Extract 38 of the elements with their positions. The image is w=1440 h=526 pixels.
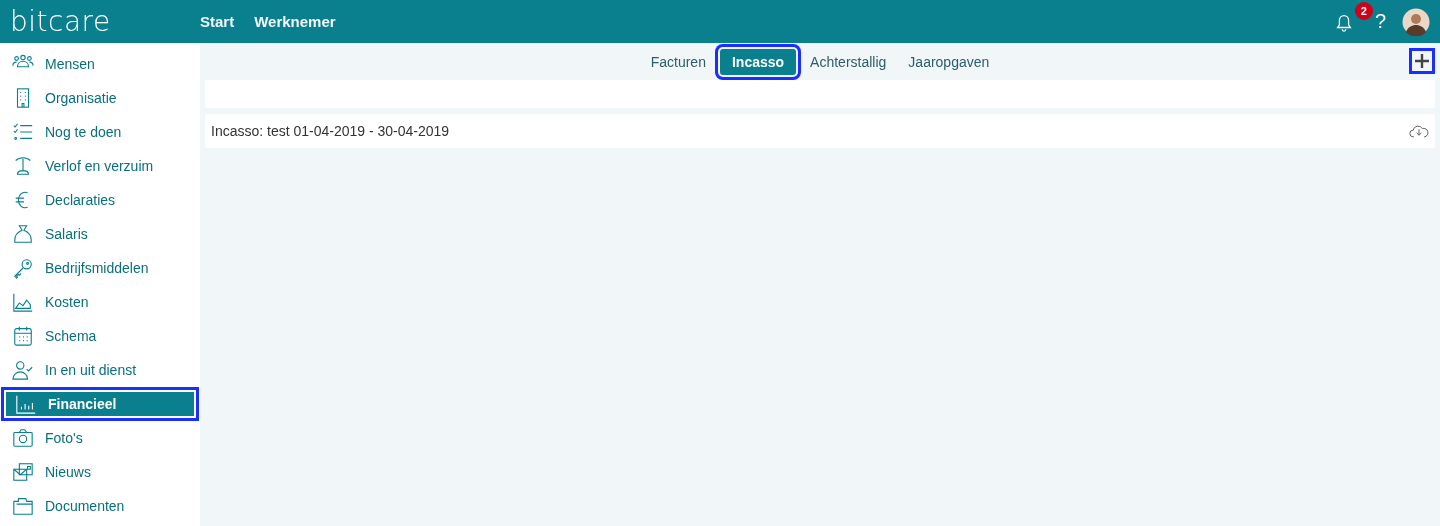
bar-chart-icon [14, 393, 38, 415]
sidebar-item[interactable]: Documenten [1, 489, 199, 523]
sidebar-item[interactable]: Salaris [1, 217, 199, 251]
sidebar-item[interactable]: In en uit dienst [1, 353, 199, 387]
mail-icon [11, 461, 35, 483]
sidebar-item[interactable]: Kosten [1, 285, 199, 319]
camera-icon [11, 427, 35, 449]
sidebar-item[interactable]: Nieuws [1, 455, 199, 489]
avatar[interactable] [1402, 7, 1430, 36]
logo: bitcare [10, 5, 112, 38]
sidebar-item[interactable]: Nog te doen [1, 115, 199, 149]
nav-link[interactable]: Start [200, 13, 235, 30]
folder-icon [11, 495, 35, 517]
checklist-icon [11, 121, 35, 143]
nav-link[interactable]: Werknemer [254, 13, 336, 30]
calendar-icon [11, 325, 35, 347]
sidebar-item[interactable]: Declaraties [1, 183, 199, 217]
sidebar-item[interactable]: Organisatie [1, 81, 199, 115]
list-row[interactable]: Incasso: test 01-04-2019 - 30-04-2019 [205, 114, 1435, 148]
sidebar-item[interactable]: Verlof en verzuim [1, 149, 199, 183]
sidebar-item[interactable]: Bedrijfsmiddelen [1, 251, 199, 285]
help-button[interactable]: ? [1374, 10, 1386, 33]
tab[interactable]: Achterstallig [802, 48, 895, 75]
person-check-icon [11, 359, 35, 381]
add-button[interactable] [1409, 48, 1435, 74]
sidebar-item[interactable]: Schema [1, 319, 199, 353]
cloud-download-icon[interactable] [1409, 124, 1429, 138]
area-chart-icon [11, 291, 35, 313]
key-icon [11, 257, 35, 279]
row-title: Incasso: test 01-04-2019 - 30-04-2019 [211, 123, 450, 139]
tab[interactable]: Facturen [642, 48, 714, 75]
tab[interactable]: Jaaropgaven [900, 48, 998, 75]
sidebar-item[interactable]: Foto's [1, 421, 199, 455]
money-bag-icon [11, 223, 35, 245]
sidebar-item[interactable]: Mensen [1, 47, 199, 81]
plus-icon [1415, 54, 1429, 68]
notification-badge: 2 [1354, 1, 1373, 20]
sidebar-item[interactable]: Financieel [1, 387, 199, 421]
